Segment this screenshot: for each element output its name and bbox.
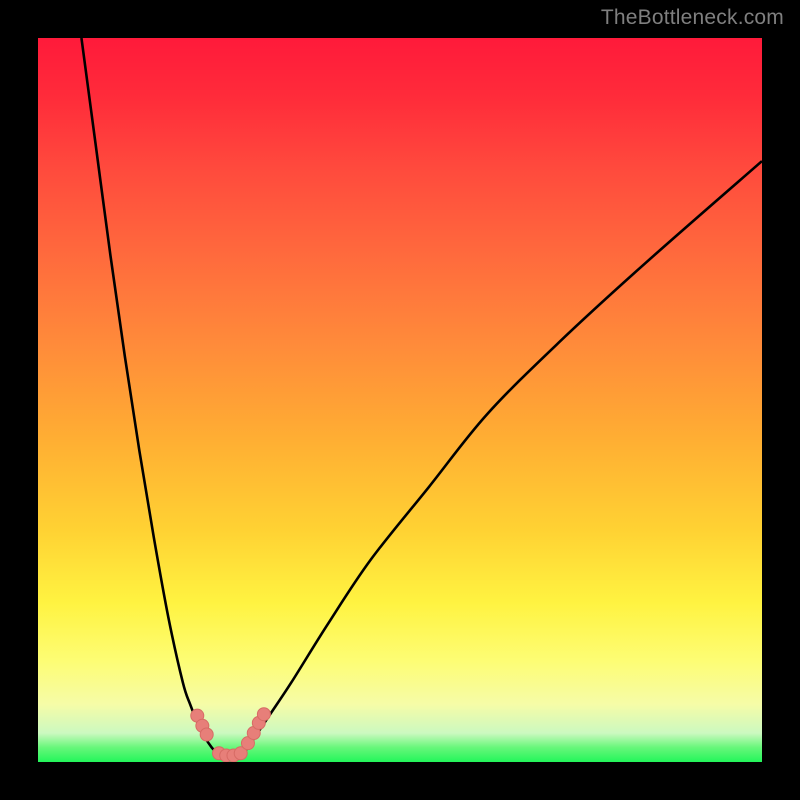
left-curve: [81, 38, 219, 755]
right-curve: [241, 161, 762, 755]
plot-area: [38, 38, 762, 762]
watermark-text: TheBottleneck.com: [601, 6, 784, 30]
curve-marker: [200, 728, 213, 741]
curve-markers: [191, 708, 271, 762]
chart-frame: TheBottleneck.com: [0, 0, 800, 800]
curve-marker: [257, 708, 270, 721]
curve-svg: [38, 38, 762, 762]
